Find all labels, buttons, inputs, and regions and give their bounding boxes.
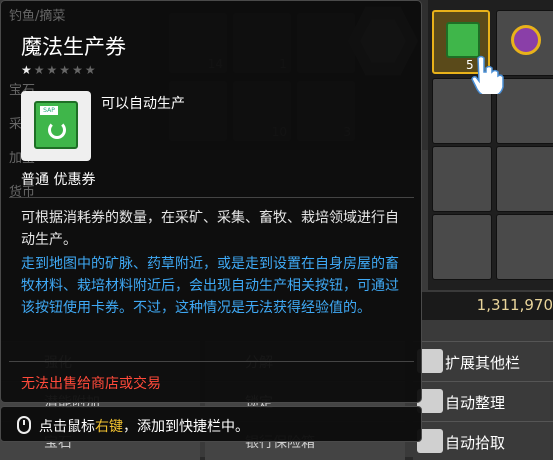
inventory-slot[interactable] <box>496 78 553 144</box>
inventory-slot[interactable] <box>432 146 492 212</box>
right-inventory-grid: 5 <box>428 0 553 290</box>
star-icon: ★ <box>84 63 98 77</box>
meso-display: 1,311,970 <box>420 292 553 320</box>
auto-pickup-button[interactable]: 自动拾取 <box>413 421 553 460</box>
inventory-slot[interactable] <box>496 10 553 76</box>
item-description: 可根据消耗券的数量，在采矿、采集、畜牧、栽培领域进行自动生产。 <box>21 210 399 248</box>
ticket-logo-text: SAP <box>40 106 58 115</box>
item-tooltip: 钓鱼/摘菜 宝石 采集 加宝 货币 魔法生产券 ★★★★★★ SAP 可以自动生… <box>0 0 422 403</box>
star-icon: ★ <box>72 63 85 77</box>
background-label: 钓鱼/摘菜 <box>9 9 66 24</box>
item-subtitle: 可以自动生产 <box>101 96 185 112</box>
button-label: 扩展其他栏 <box>445 354 521 372</box>
hint-suffix: ，添加到快捷栏中。 <box>123 419 249 435</box>
auto-sort-button[interactable]: 自动整理 <box>413 381 553 420</box>
refresh-arrow-icon <box>48 121 66 139</box>
magic-production-ticket-icon <box>446 22 480 58</box>
meso-amount: 1,311,970 <box>476 296 553 314</box>
divider <box>9 197 414 198</box>
star-icon: ★ <box>59 63 73 77</box>
hand-cursor-icon <box>471 55 504 94</box>
star-icon: ★ <box>46 63 60 77</box>
item-detail: 走到地图中的矿脉、药草附近，或是走到设置在自身房屋的畜牧材料、栽培材料附近后，会… <box>21 256 399 316</box>
hint-highlight: 右键 <box>95 419 123 435</box>
star-icon: ★ <box>21 63 34 77</box>
button-label: 自动整理 <box>445 394 506 412</box>
inventory-slot[interactable] <box>432 214 492 280</box>
star-icon: ★ <box>33 63 47 77</box>
expand-tab-button[interactable]: 扩展其他栏 <box>413 341 553 380</box>
tooltip-footer: 点击鼠标右键，添加到快捷栏中。 <box>0 406 422 442</box>
magic-production-ticket-icon: SAP <box>34 101 78 149</box>
item-title: 魔法生产券 <box>21 35 126 59</box>
hint-prefix: 点击鼠标 <box>39 419 95 435</box>
star-rating: ★★★★★★ <box>21 63 98 77</box>
mouse-icon <box>17 416 31 434</box>
footer-hint: 点击鼠标右键，添加到快捷栏中。 <box>39 416 249 436</box>
item-icon-frame: SAP <box>21 91 91 161</box>
item-rarity: 普通 优惠券 <box>21 172 96 188</box>
button-label: 自动拾取 <box>445 434 506 452</box>
trade-warning: 无法出售给商店或交易 <box>21 376 161 392</box>
inventory-slot[interactable] <box>496 214 553 280</box>
divider <box>9 361 414 362</box>
inventory-slot[interactable] <box>496 146 553 212</box>
fruit-item-icon <box>511 25 541 55</box>
